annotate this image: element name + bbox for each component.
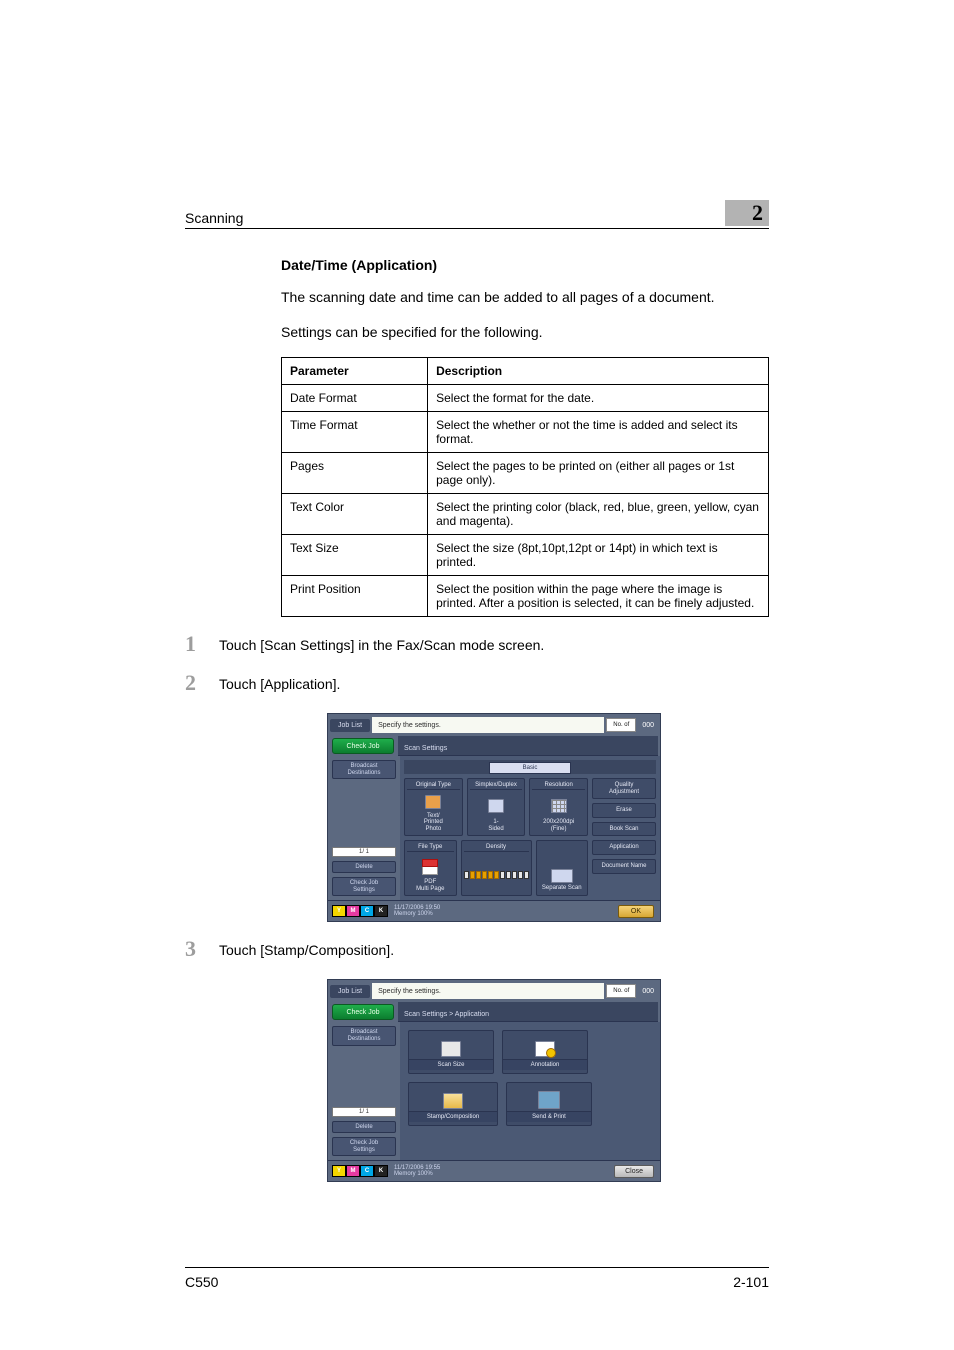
check-job-settings-button[interactable]: Check Job Settings <box>332 1137 396 1156</box>
intro-paragraph-2: Settings can be specified for the follow… <box>281 322 769 343</box>
send-and-print-button[interactable]: Send & Print <box>506 1082 592 1126</box>
simplex-duplex-button[interactable]: Simplex/Duplex 1- Sided <box>467 778 526 836</box>
annotation-button[interactable]: Annotation <box>502 1030 588 1074</box>
heading-date-time-application: Date/Time (Application) <box>281 257 769 273</box>
book-scan-button[interactable]: Book Scan <box>592 822 656 837</box>
erase-button[interactable]: Erase <box>592 803 656 818</box>
broadcast-destinations-button[interactable]: Broadcast Destinations <box>332 1026 396 1045</box>
step-number: 3 <box>185 938 219 960</box>
instruction-text: Specify the settings. <box>372 983 604 999</box>
table-row: Text SizeSelect the size (8pt,10pt,12pt … <box>282 535 769 576</box>
col-parameter: Parameter <box>282 358 428 385</box>
table-header-row: Parameter Description <box>282 358 769 385</box>
list-count-badge: No. of <box>606 718 636 732</box>
screenshot-application-menu: Job List Specify the settings. No. of 00… <box>185 979 769 1182</box>
model-name: C550 <box>185 1274 218 1290</box>
check-job-button[interactable]: Check Job <box>332 738 394 754</box>
ok-button[interactable]: OK <box>618 905 654 918</box>
pdf-file-icon <box>422 859 438 875</box>
tab-basic[interactable]: Basic <box>489 762 571 774</box>
table-row: Date FormatSelect the format for the dat… <box>282 385 769 412</box>
step-list: 1 Touch [Scan Settings] in the Fax/Scan … <box>185 635 769 703</box>
resolution-button[interactable]: Resolution 200x200dpi (Fine) <box>529 778 588 836</box>
running-section-title: Scanning <box>185 210 725 226</box>
manual-page: Scanning 2 Date/Time (Application) The s… <box>0 0 954 1350</box>
check-job-button[interactable]: Check Job <box>332 1004 394 1020</box>
simplex-icon <box>488 799 504 813</box>
chapter-number-badge: 2 <box>725 200 769 226</box>
col-description: Description <box>428 358 769 385</box>
list-count-badge: No. of <box>606 984 636 998</box>
table-row: Print PositionSelect the position within… <box>282 576 769 617</box>
separate-scan-button[interactable]: Separate Scan <box>536 840 589 896</box>
document-name-button[interactable]: Document Name <box>592 859 656 874</box>
broadcast-destinations-button[interactable]: Broadcast Destinations <box>332 760 396 779</box>
density-scale-icon <box>464 871 529 879</box>
step-number: 2 <box>185 672 219 694</box>
step-1: 1 Touch [Scan Settings] in the Fax/Scan … <box>185 635 769 664</box>
step-2: 2 Touch [Application]. <box>185 674 769 703</box>
breadcrumb: Scan Settings <box>398 736 658 756</box>
list-count-value: 000 <box>642 722 654 729</box>
table-row: Time FormatSelect the whether or not the… <box>282 412 769 453</box>
close-button[interactable]: Close <box>614 1165 654 1178</box>
page-indicator: 1/ 1 <box>332 847 396 857</box>
breadcrumb: Scan Settings > Application <box>398 1002 658 1022</box>
datetime-memory-status: 11/17/2006 19:55 Memory 100% <box>394 1165 440 1178</box>
stamp-icon <box>443 1093 463 1109</box>
step-3: 3 Touch [Stamp/Composition]. <box>185 940 769 969</box>
page-footer: C550 2-101 <box>185 1267 769 1290</box>
step-text: Touch [Application]. <box>219 674 769 695</box>
page-number: 2-101 <box>733 1274 769 1290</box>
delete-button[interactable]: Delete <box>332 861 396 874</box>
delete-button[interactable]: Delete <box>332 1121 396 1134</box>
original-type-button[interactable]: Original Type Text/ Printed Photo <box>404 778 463 836</box>
scan-size-icon <box>441 1041 461 1057</box>
table-row: Text ColorSelect the printing color (bla… <box>282 494 769 535</box>
running-head: Scanning 2 <box>185 200 769 229</box>
toner-level-indicator: Y M C K <box>332 1165 388 1177</box>
intro-paragraph-1: The scanning date and time can be added … <box>281 287 769 308</box>
resolution-icon <box>551 799 567 813</box>
tab-job-list[interactable]: Job List <box>330 719 370 732</box>
instruction-text: Specify the settings. <box>372 717 604 733</box>
content: Date/Time (Application) The scanning dat… <box>185 257 769 617</box>
separate-scan-icon <box>551 869 573 883</box>
screenshot-scan-settings: Job List Specify the settings. No. of 00… <box>185 713 769 922</box>
annotation-icon <box>535 1041 555 1057</box>
datetime-memory-status: 11/17/2006 19:50 Memory 100% <box>394 905 440 918</box>
list-count-value: 000 <box>642 988 654 995</box>
page-indicator: 1/ 1 <box>332 1107 396 1117</box>
table-row: PagesSelect the pages to be printed on (… <box>282 453 769 494</box>
density-button[interactable]: Density <box>461 840 532 896</box>
step-text: Touch [Stamp/Composition]. <box>219 940 769 961</box>
parameters-table: Parameter Description Date FormatSelect … <box>281 357 769 617</box>
step-number: 1 <box>185 633 219 655</box>
check-job-settings-button[interactable]: Check Job Settings <box>332 877 396 896</box>
quality-adjustment-button[interactable]: Quality Adjustment <box>592 778 656 799</box>
stamp-composition-button[interactable]: Stamp/Composition <box>408 1082 498 1126</box>
toner-level-indicator: Y M C K <box>332 905 388 917</box>
application-button[interactable]: Application <box>592 840 656 855</box>
send-print-icon <box>538 1091 560 1109</box>
step-list-continued: 3 Touch [Stamp/Composition]. <box>185 940 769 969</box>
original-type-icon <box>425 795 441 809</box>
tab-job-list[interactable]: Job List <box>330 985 370 998</box>
step-text: Touch [Scan Settings] in the Fax/Scan mo… <box>219 635 769 656</box>
scan-size-button[interactable]: Scan Size <box>408 1030 494 1074</box>
file-type-button[interactable]: File Type PDF Multi Page <box>404 840 457 896</box>
